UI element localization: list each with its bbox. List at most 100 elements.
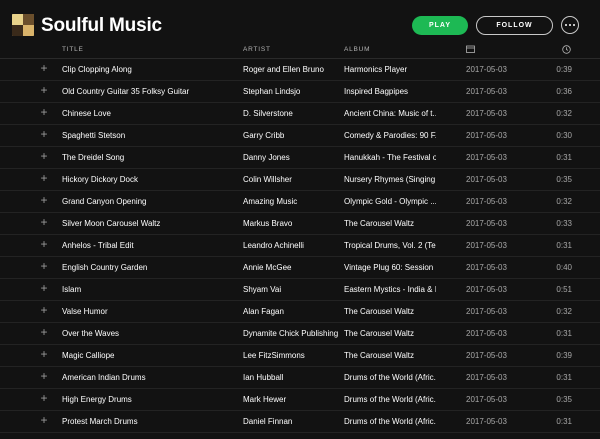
track-artist[interactable]: Colin Willsher	[243, 174, 338, 185]
plus-icon[interactable]: +	[38, 238, 50, 251]
track-row[interactable]: + Clip Clopping Along Roger and Ellen Brun…	[0, 59, 600, 81]
track-title[interactable]: Valse Humor	[62, 306, 232, 317]
track-title[interactable]: Hickory Dickory Dock	[62, 174, 232, 185]
track-artist[interactable]: Shyam Vai	[243, 284, 338, 295]
plus-icon[interactable]: +	[38, 414, 50, 427]
plus-icon[interactable]: +	[38, 282, 50, 295]
track-album[interactable]: The Carousel Waltz	[344, 306, 436, 317]
plus-icon[interactable]: +	[38, 370, 50, 383]
track-album[interactable]: Comedy & Parodies: 90 F...	[344, 130, 436, 141]
track-artist[interactable]: Mark Hewer	[243, 394, 338, 405]
track-row[interactable]: + Grand Canyon Opening Amazing Music Olympi…	[0, 191, 600, 213]
track-date-added: 2017-05-03	[466, 307, 507, 316]
track-artist[interactable]: Stephan Lindsjo	[243, 86, 338, 97]
track-album[interactable]: Inspired Bagpipes	[344, 86, 436, 97]
plus-icon[interactable]: +	[38, 194, 50, 207]
track-artist[interactable]: Daniel Finnan	[243, 416, 338, 427]
plus-icon[interactable]: +	[38, 348, 50, 361]
calendar-icon[interactable]	[466, 45, 475, 53]
track-album[interactable]: Drums of the World (Afric...	[344, 372, 436, 383]
track-title[interactable]: English Country Garden	[62, 262, 232, 273]
track-album[interactable]: The Carousel Waltz	[344, 328, 436, 339]
track-row[interactable]: + English Country Garden Annie McGee Vintag…	[0, 257, 600, 279]
track-album[interactable]: Eastern Mystics - India & I...	[344, 284, 436, 295]
plus-icon[interactable]: +	[38, 326, 50, 339]
track-artist[interactable]: Alan Fagan	[243, 306, 338, 317]
track-row[interactable]: + Spaghetti Stetson Garry Cribb Comedy & Pa…	[0, 125, 600, 147]
track-artist[interactable]: Garry Cribb	[243, 130, 338, 141]
plus-icon[interactable]: +	[38, 84, 50, 97]
track-artist[interactable]: Annie McGee	[243, 262, 338, 273]
column-header-title[interactable]: TITLE	[62, 46, 84, 53]
plus-icon[interactable]: +	[38, 260, 50, 273]
track-title[interactable]: Grand Canyon Opening	[62, 196, 232, 207]
track-row[interactable]: + Chinese Love D. Silverstone Ancient China…	[0, 103, 600, 125]
follow-button[interactable]: FOLLOW	[476, 16, 553, 35]
track-row[interactable]: + Anhelos - Tribal Edit Leandro Achinelli T…	[0, 235, 600, 257]
more-options-button[interactable]	[561, 16, 579, 34]
track-album[interactable]: Nursery Rhymes (Singing ...	[344, 174, 436, 185]
play-button[interactable]: PLAY	[412, 16, 468, 35]
track-row[interactable]: + Magic Calliope Lee FitzSimmons The Carous…	[0, 345, 600, 367]
track-row[interactable]: + Protest March Drums Daniel Finnan Drums o…	[0, 411, 600, 433]
track-row[interactable]: + Over the Waves Dynamite Chick Publishing…	[0, 323, 600, 345]
track-duration: 0:32	[556, 197, 572, 206]
plus-icon[interactable]: +	[38, 128, 50, 141]
track-row[interactable]: + Silver Moon Carousel Waltz Markus Bravo T…	[0, 213, 600, 235]
track-album[interactable]: Drums of the World (Afric...	[344, 394, 436, 405]
column-header-album[interactable]: ALBUM	[344, 46, 370, 53]
track-row[interactable]: + The Dreidel Song Danny Jones Hanukkah - T…	[0, 147, 600, 169]
track-album[interactable]: The Carousel Waltz	[344, 350, 436, 361]
track-artist[interactable]: D. Silverstone	[243, 108, 338, 119]
track-artist[interactable]: Danny Jones	[243, 152, 338, 163]
track-title[interactable]: High Energy Drums	[62, 394, 232, 405]
track-row[interactable]: + Valse Humor Alan Fagan The Carousel Waltz…	[0, 301, 600, 323]
track-artist[interactable]: Ian Hubball	[243, 372, 338, 383]
track-duration: 0:35	[556, 175, 572, 184]
track-title[interactable]: Over the Waves	[62, 328, 232, 339]
track-artist[interactable]: Dynamite Chick Publishing	[243, 328, 338, 339]
plus-icon[interactable]: +	[38, 106, 50, 119]
track-album[interactable]: Harmonics Player	[344, 64, 436, 75]
track-row[interactable]: + Hickory Dickory Dock Colin Willsher Nurse…	[0, 169, 600, 191]
column-header-artist[interactable]: ARTIST	[243, 46, 271, 53]
track-artist[interactable]: Lee FitzSimmons	[243, 350, 338, 361]
track-title[interactable]: Silver Moon Carousel Waltz	[62, 218, 232, 229]
track-row[interactable]: + Islam Shyam Vai Eastern Mystics - India &…	[0, 279, 600, 301]
track-title[interactable]: American Indian Drums	[62, 372, 232, 383]
plus-icon[interactable]: +	[38, 216, 50, 229]
track-title[interactable]: Anhelos - Tribal Edit	[62, 240, 232, 251]
track-duration: 0:31	[556, 153, 572, 162]
track-artist[interactable]: Roger and Ellen Bruno	[243, 64, 338, 75]
track-artist[interactable]: Amazing Music	[243, 196, 338, 207]
track-row[interactable]: + American Indian Drums Ian Hubball Drums o…	[0, 367, 600, 389]
track-row[interactable]: + Old Country Guitar 35 Folksy Guitar Step…	[0, 81, 600, 103]
plus-icon[interactable]: +	[38, 172, 50, 185]
plus-icon[interactable]: +	[38, 392, 50, 405]
track-album[interactable]: The Carousel Waltz	[344, 218, 436, 229]
track-title[interactable]: The Dreidel Song	[62, 152, 232, 163]
track-title[interactable]: Old Country Guitar 35 Folksy Guitar	[62, 86, 232, 97]
more-dots-icon	[565, 24, 567, 26]
track-artist[interactable]: Leandro Achinelli	[243, 240, 338, 251]
track-date-added: 2017-05-03	[466, 351, 507, 360]
clock-icon[interactable]	[562, 45, 571, 54]
plus-icon[interactable]: +	[38, 62, 50, 75]
track-title[interactable]: Magic Calliope	[62, 350, 232, 361]
track-title[interactable]: Clip Clopping Along	[62, 64, 232, 75]
track-title[interactable]: Islam	[62, 284, 232, 295]
track-album[interactable]: Drums of the World (Afric...	[344, 416, 436, 427]
plus-icon[interactable]: +	[38, 150, 50, 163]
track-artist[interactable]: Markus Bravo	[243, 218, 338, 229]
track-title[interactable]: Protest March Drums	[62, 416, 232, 427]
track-album[interactable]: Hanukkah - The Festival o...	[344, 152, 436, 163]
track-title[interactable]: Spaghetti Stetson	[62, 130, 232, 141]
track-album[interactable]: Vintage Plug 60: Session 1...	[344, 262, 436, 273]
track-duration: 0:31	[556, 417, 572, 426]
track-row[interactable]: + High Energy Drums Mark Hewer Drums of the…	[0, 389, 600, 411]
plus-icon[interactable]: +	[38, 304, 50, 317]
track-album[interactable]: Olympic Gold - Olympic ...	[344, 196, 436, 207]
track-album[interactable]: Ancient China: Music of t...	[344, 108, 436, 119]
track-title[interactable]: Chinese Love	[62, 108, 232, 119]
track-album[interactable]: Tropical Drums, Vol. 2 (Te...	[344, 240, 436, 251]
